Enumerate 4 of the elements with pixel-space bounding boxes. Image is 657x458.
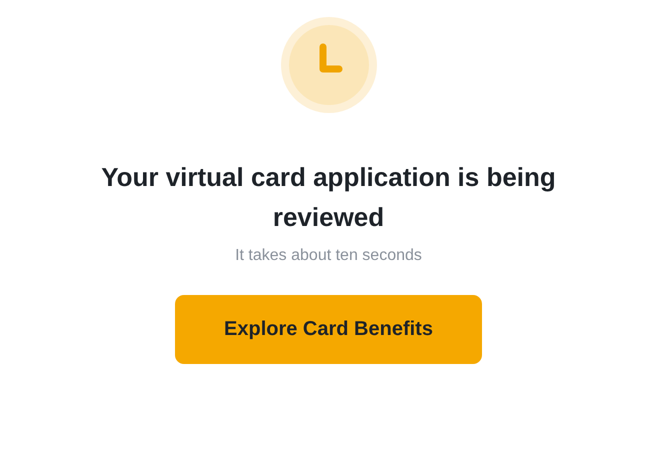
- status-title: Your virtual card application is being reviewed: [100, 161, 557, 234]
- status-subtitle: It takes about ten seconds: [235, 247, 422, 265]
- clock-icon: [280, 17, 376, 113]
- explore-button[interactable]: Explore Card Benefits: [175, 295, 482, 364]
